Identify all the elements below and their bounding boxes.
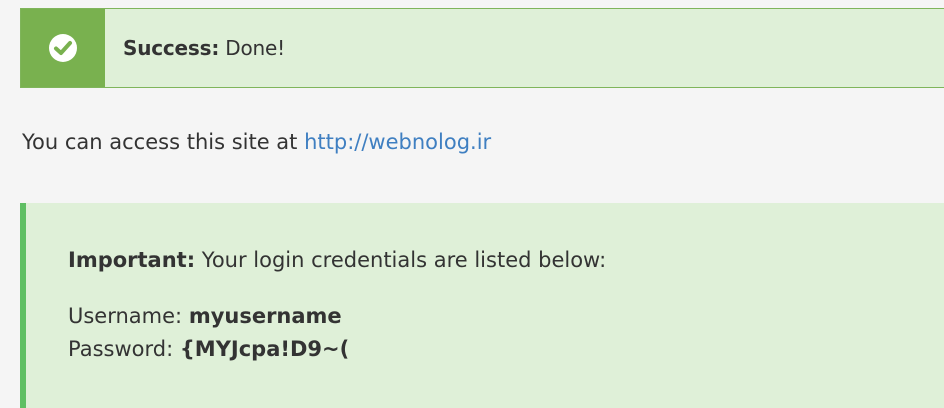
password-row: Password: {MYJcpa!D9~( — [68, 337, 349, 361]
success-label: Success: — [123, 36, 220, 60]
success-detail: Done! — [219, 36, 285, 60]
important-label: Important: — [68, 248, 196, 272]
username-label: Username: — [68, 304, 189, 328]
check-circle-icon — [49, 34, 77, 62]
site-access-message: You can access this site at http://webno… — [22, 130, 491, 154]
username-row: Username: myusername — [68, 304, 342, 328]
username-value: myusername — [188, 304, 342, 328]
success-alert: Success: Done! — [20, 8, 944, 88]
site-access-prefix: You can access this site at — [22, 130, 305, 154]
credentials-important-message: Important: Your login credentials are li… — [68, 248, 606, 272]
success-icon-box — [21, 9, 105, 87]
important-text: Your login credentials are listed below: — [195, 248, 607, 272]
success-message: Success: Done! — [123, 36, 285, 60]
password-value: {MYJcpa!D9~( — [179, 337, 350, 361]
password-label: Password: — [68, 337, 180, 361]
site-url-link[interactable]: http://webnolog.ir — [304, 130, 491, 154]
login-credentials-panel: Important: Your login credentials are li… — [20, 203, 944, 408]
